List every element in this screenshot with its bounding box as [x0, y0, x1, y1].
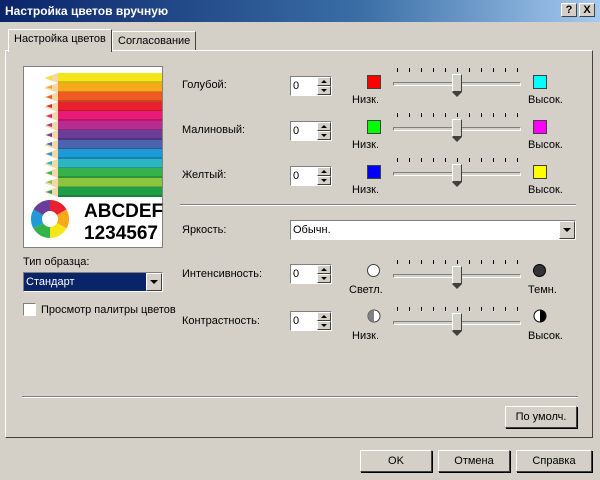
dark-circle-icon	[533, 264, 546, 277]
pencil	[58, 111, 162, 121]
pencil	[58, 130, 162, 140]
spin-down-button[interactable]	[317, 176, 331, 185]
cyan-high-swatch	[533, 75, 547, 89]
color-wheel-icon	[30, 199, 70, 239]
spin-down-button[interactable]	[317, 274, 331, 283]
cyan-spinbox[interactable]: 0	[290, 76, 332, 96]
spin-up-button[interactable]	[317, 77, 331, 86]
cyan-high-label: Высок.	[528, 94, 563, 106]
yellow-high-swatch	[533, 165, 547, 179]
spin-up-button[interactable]	[317, 167, 331, 176]
tab-matching[interactable]: Согласование	[112, 31, 197, 51]
intensity-low-label: Светл.	[349, 284, 383, 296]
chevron-down-icon[interactable]	[559, 221, 575, 239]
contrast-value: 0	[293, 315, 300, 327]
light-circle-icon	[367, 264, 380, 277]
yellow-value: 0	[293, 170, 300, 182]
cyan-value: 0	[293, 80, 300, 92]
slider-thumb[interactable]	[452, 74, 462, 97]
yellow-spinbox[interactable]: 0	[290, 166, 332, 186]
magenta-slider[interactable]	[393, 113, 521, 147]
contrast-spinbox[interactable]: 0	[290, 311, 332, 331]
magenta-spinbox[interactable]: 0	[290, 121, 332, 141]
intensity-high-label: Темн.	[528, 284, 557, 296]
sample-type-select[interactable]: Стандарт	[23, 272, 163, 292]
slider-thumb[interactable]	[452, 164, 462, 187]
sample-type-label: Тип образца:	[23, 256, 90, 268]
pencil	[58, 73, 162, 83]
yellow-slider[interactable]	[393, 158, 521, 192]
spin-down-button[interactable]	[317, 321, 331, 330]
cyan-low-swatch	[367, 75, 381, 89]
help-title-button[interactable]: ?	[561, 3, 577, 17]
magenta-value: 0	[293, 125, 300, 137]
yellow-high-label: Высок.	[528, 184, 563, 196]
pencil	[58, 158, 162, 169]
pencil	[58, 120, 162, 131]
pencil	[58, 168, 162, 178]
ok-button[interactable]: OK	[360, 450, 432, 472]
defaults-button[interactable]: По умолч.	[505, 406, 577, 428]
sample-text-digits: 1234567	[84, 223, 158, 244]
spin-up-button[interactable]	[317, 122, 331, 131]
spin-up-button[interactable]	[317, 265, 331, 274]
spin-down-button[interactable]	[317, 86, 331, 95]
pencil	[58, 187, 162, 197]
intensity-slider[interactable]	[393, 260, 521, 294]
contrast-low-label: Низк.	[352, 330, 380, 342]
yellow-label: Желтый:	[182, 169, 227, 181]
tab-color-settings[interactable]: Настройка цветов	[8, 29, 112, 52]
contrast-slider[interactable]	[393, 307, 521, 341]
separator	[180, 204, 576, 206]
palette-preview-label: Просмотр палитры цветов	[41, 304, 176, 316]
cyan-low-label: Низк.	[352, 94, 380, 106]
cyan-label: Голубой:	[182, 79, 227, 91]
yellow-low-swatch	[367, 165, 381, 179]
separator	[22, 396, 578, 398]
help-button[interactable]: Справка	[516, 450, 592, 472]
yellow-low-label: Низк.	[352, 184, 380, 196]
contrast-label: Контрастность:	[182, 315, 260, 327]
chevron-down-icon[interactable]	[146, 273, 162, 291]
sample-type-value: Стандарт	[26, 276, 75, 288]
brightness-label: Яркость:	[182, 224, 227, 236]
pencil	[58, 92, 162, 102]
cyan-slider[interactable]	[393, 68, 521, 102]
slider-thumb[interactable]	[452, 266, 462, 289]
magenta-low-swatch	[367, 120, 381, 134]
palette-preview-checkbox[interactable]	[23, 303, 36, 316]
pencil	[58, 139, 162, 150]
window-title: Настройка цветов вручную	[5, 4, 169, 18]
intensity-label: Интенсивность:	[182, 268, 263, 280]
close-title-button[interactable]: X	[579, 3, 595, 17]
brightness-value: Обычн.	[293, 224, 331, 236]
title-bar: Настройка цветов вручную ? X	[0, 0, 600, 22]
slider-thumb[interactable]	[452, 313, 462, 336]
pencil	[58, 177, 162, 188]
intensity-spinbox[interactable]: 0	[290, 264, 332, 284]
spin-down-button[interactable]	[317, 131, 331, 140]
intensity-value: 0	[293, 268, 300, 280]
cancel-button[interactable]: Отмена	[438, 450, 510, 472]
slider-thumb[interactable]	[452, 119, 462, 142]
magenta-high-swatch	[533, 120, 547, 134]
sample-text-letters: ABCDEF	[84, 201, 164, 222]
low-contrast-icon	[367, 309, 381, 323]
brightness-select[interactable]: Обычн.	[290, 220, 576, 240]
magenta-low-label: Низк.	[352, 139, 380, 151]
spin-up-button[interactable]	[317, 312, 331, 321]
magenta-high-label: Высок.	[528, 139, 563, 151]
pencil	[58, 149, 162, 159]
pencil	[58, 101, 162, 112]
magenta-label: Малиновый:	[182, 124, 246, 136]
high-contrast-icon	[533, 309, 547, 323]
contrast-high-label: Высок.	[528, 330, 563, 342]
pencil	[58, 82, 162, 93]
